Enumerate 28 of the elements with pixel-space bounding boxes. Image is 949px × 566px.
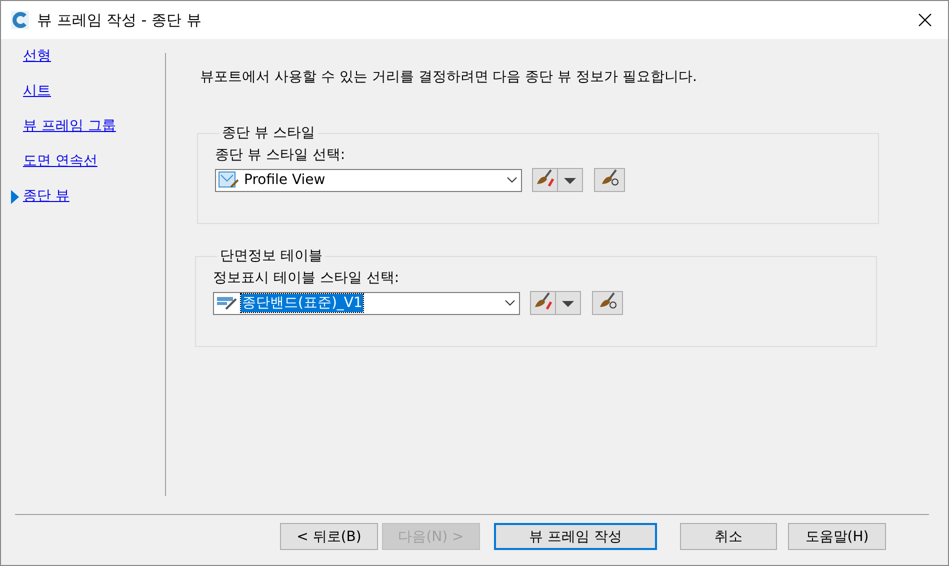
selected-value: Profile View — [243, 172, 326, 188]
table-style-icon — [216, 294, 238, 312]
profile-view-icon — [218, 171, 240, 189]
dialog-button[interactable]: 도움말(H) — [788, 523, 886, 550]
nav-link[interactable]: 시트 — [23, 82, 51, 100]
style-dropdown[interactable]: 종단밴드(표준)_V1 — [213, 292, 520, 314]
field-label: 정보표시 테이블 스타일 선택: — [213, 269, 400, 287]
chevron-down-icon — [507, 177, 517, 183]
group-title: 종단 뷰 스타일 — [221, 124, 316, 142]
nav-link[interactable]: 뷰 프레임 그룹 — [23, 117, 116, 135]
style-details-button[interactable] — [592, 291, 623, 315]
style-dropdown[interactable]: Profile View — [215, 168, 522, 192]
selected-value: 종단밴드(표준)_V1 — [241, 294, 364, 312]
app-logo-icon — [11, 11, 29, 29]
nav-link[interactable]: 선형 — [23, 47, 51, 65]
chevron-down-icon — [505, 300, 515, 306]
dialog-button[interactable]: 뷰 프레임 작성 — [494, 523, 657, 550]
dialog-button[interactable]: < 뒤로(B) — [280, 523, 378, 550]
edit-style-split-button[interactable] — [532, 168, 583, 192]
field-label: 종단 뷰 스타일 선택: — [215, 146, 346, 164]
dialog-button[interactable]: 취소 — [680, 523, 777, 550]
group-title: 단면정보 테이블 — [219, 247, 324, 265]
edit-style-split-button[interactable] — [530, 291, 581, 315]
window-title: 뷰 프레임 작성 - 종단 뷰 — [37, 10, 202, 30]
style-details-button[interactable] — [594, 168, 625, 192]
nav-link[interactable]: 종단 뷰 — [23, 187, 70, 205]
description-text: 뷰포트에서 사용할 수 있는 거리를 결정하려면 다음 종단 뷰 정보가 필요합니다. — [200, 68, 698, 86]
nav-link[interactable]: 도면 연속선 — [23, 152, 98, 170]
